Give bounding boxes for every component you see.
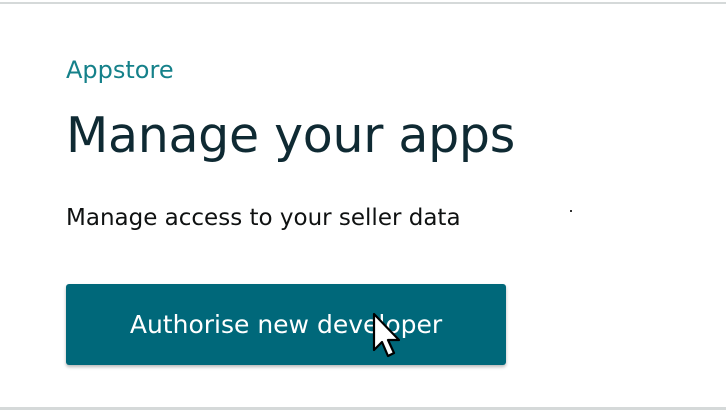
bottom-divider — [0, 407, 726, 410]
page-title: Manage your apps — [66, 107, 515, 164]
top-divider — [0, 2, 726, 4]
authorise-new-developer-button[interactable]: Authorise new developer — [66, 284, 506, 365]
stray-dot — [570, 210, 572, 212]
mouse-pointer-icon — [372, 312, 401, 358]
page-description: Manage access to your seller data — [66, 205, 461, 231]
appstore-label: Appstore — [66, 56, 174, 84]
manage-apps-panel: Appstore Manage your apps Manage access … — [0, 0, 726, 418]
